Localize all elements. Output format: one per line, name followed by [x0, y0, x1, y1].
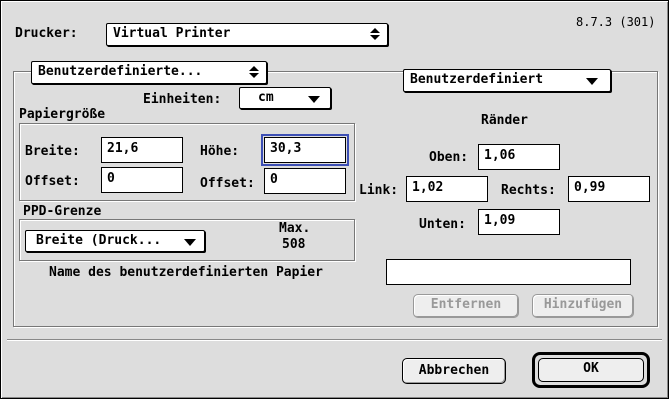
ppd-title: PPD-Grenze	[23, 204, 102, 219]
max-value: 508	[282, 237, 306, 252]
margin-right-label: Rechts:	[501, 183, 556, 198]
units-label: Einheiten:	[143, 92, 222, 107]
margin-left-field[interactable]: 1,02	[406, 176, 488, 202]
custom-paper-name-field[interactable]	[386, 259, 631, 285]
printer-value: Virtual Printer	[113, 26, 231, 41]
margin-bottom-field[interactable]: 1,09	[478, 209, 560, 235]
section-popup-value: Benutzerdefinierte...	[38, 64, 203, 79]
margin-top-field[interactable]: 1,06	[478, 144, 560, 170]
margin-left-label: Link:	[359, 183, 399, 198]
offset-x-field[interactable]: 0	[101, 167, 183, 193]
height-field[interactable]: 30,3	[261, 134, 349, 166]
offset-y-field[interactable]: 0	[264, 168, 346, 194]
updown-arrows-icon	[246, 64, 262, 80]
chevron-down-icon	[184, 239, 196, 246]
width-field[interactable]: 21,6	[101, 137, 183, 163]
paper-size-title: Papiergröße	[19, 107, 106, 122]
max-label: Max.	[279, 221, 311, 236]
updown-arrows-icon	[367, 26, 383, 42]
printer-popup[interactable]: Virtual Printer	[106, 23, 388, 46]
units-value: cm	[258, 90, 274, 105]
width-label: Breite:	[25, 144, 80, 159]
custom-popup[interactable]: Benutzerdefiniert	[403, 69, 611, 92]
page-setup-dialog: 8.7.3 (301) Drucker: Virtual Printer Ben…	[0, 0, 669, 399]
chevron-down-icon	[308, 96, 320, 103]
margin-top-label: Oben:	[429, 150, 469, 165]
section-popup[interactable]: Benutzerdefinierte...	[31, 61, 267, 84]
ppd-popup-value: Breite (Druck...	[36, 233, 162, 248]
units-popup[interactable]: cm	[239, 87, 331, 109]
add-button[interactable]: Hinzufügen	[532, 294, 634, 318]
ok-button-label: OK	[538, 358, 644, 382]
printer-label: Drucker:	[15, 26, 78, 41]
ppd-popup[interactable]: Breite (Druck...	[25, 230, 205, 252]
margin-bottom-label: Unten:	[419, 217, 466, 232]
version-label: 8.7.3 (301)	[576, 15, 656, 29]
footer-divider	[7, 339, 662, 341]
ok-button[interactable]: OK	[532, 352, 650, 388]
chevron-down-icon	[586, 78, 598, 85]
custom-paper-name-label: Name des benutzerdefinierten Papier	[49, 265, 323, 280]
custom-popup-value: Benutzerdefiniert	[410, 72, 544, 87]
height-label: Höhe:	[200, 144, 240, 159]
margins-title: Ränder	[481, 113, 528, 128]
offset-x-label: Offset:	[25, 174, 80, 189]
margin-right-field[interactable]: 0,99	[568, 176, 650, 202]
remove-button[interactable]: Entfernen	[413, 294, 519, 318]
offset-y-label: Offset:	[200, 176, 255, 191]
cancel-button[interactable]: Abbrechen	[402, 358, 506, 384]
